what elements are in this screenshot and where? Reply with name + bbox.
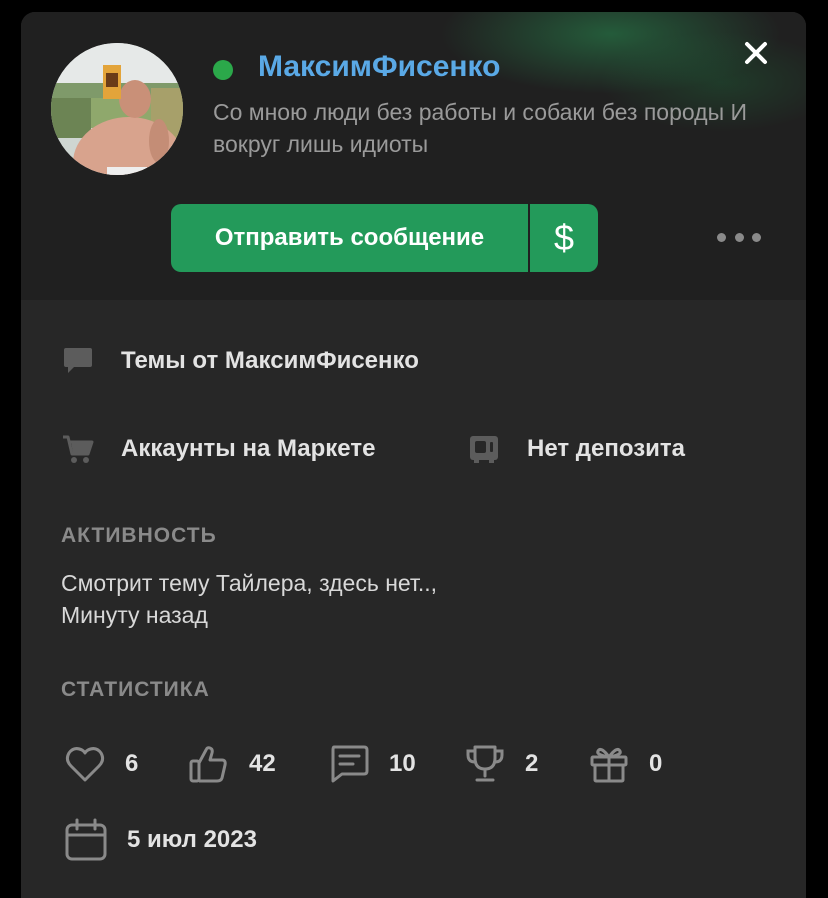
market-link[interactable]: Аккаунты на Маркете: [61, 432, 375, 466]
chat-icon: [64, 348, 92, 373]
more-options-button[interactable]: [717, 224, 761, 250]
deposit-label: Нет депозита: [527, 435, 685, 462]
thumbs-up-icon: [189, 746, 227, 783]
threads-link[interactable]: Темы от МаксимФисенко: [61, 344, 419, 378]
stat-trophies-value: 2: [525, 750, 539, 777]
cart-icon: [63, 435, 94, 463]
online-indicator: [213, 60, 233, 80]
close-button[interactable]: [741, 38, 771, 68]
profile-card: МаксимФисенко Со мною люди без работы и …: [21, 12, 806, 898]
username[interactable]: МаксимФисенко: [258, 50, 500, 84]
joined-date-value: 5 июл 2023: [127, 826, 257, 853]
message-icon: [331, 745, 369, 783]
close-icon: [745, 42, 767, 64]
statistics-title: СТАТИСТИКА: [61, 678, 210, 701]
send-message-button[interactable]: Отправить сообщение: [171, 204, 528, 272]
stat-thumbs-value: 42: [249, 750, 276, 777]
trophy-icon: [466, 745, 504, 782]
calendar-icon: [65, 818, 107, 861]
heart-icon: [65, 747, 105, 782]
activity-text[interactable]: Смотрит тему Тайлера, здесь нет.., Минут…: [61, 567, 481, 631]
stat-likes[interactable]: 6: [63, 742, 138, 786]
gift-icon: [590, 748, 628, 783]
profile-header: МаксимФисенко Со мною люди без работы и …: [21, 12, 806, 300]
status-text: Со мною люди без работы и собаки без пор…: [213, 99, 748, 157]
threads-label: Темы от МаксимФисенко: [121, 347, 419, 374]
stat-gifts-value: 0: [649, 750, 663, 777]
joined-date: 5 июл 2023: [63, 817, 257, 863]
deposit-link[interactable]: Нет депозита: [467, 432, 685, 466]
activity-title: АКТИВНОСТЬ: [61, 524, 217, 547]
avatar[interactable]: [51, 43, 183, 175]
stat-messages[interactable]: 10: [327, 742, 416, 786]
safe-icon: [470, 436, 498, 463]
stat-trophies[interactable]: 2: [463, 742, 538, 786]
stat-gifts[interactable]: 0: [587, 742, 662, 786]
stat-thumbs[interactable]: 42: [187, 742, 276, 786]
money-transfer-button[interactable]: $: [530, 204, 598, 272]
market-label: Аккаунты на Маркете: [121, 435, 376, 462]
stat-likes-value: 6: [125, 750, 139, 777]
stat-messages-value: 10: [389, 750, 416, 777]
more-horizontal-icon: [717, 232, 726, 242]
